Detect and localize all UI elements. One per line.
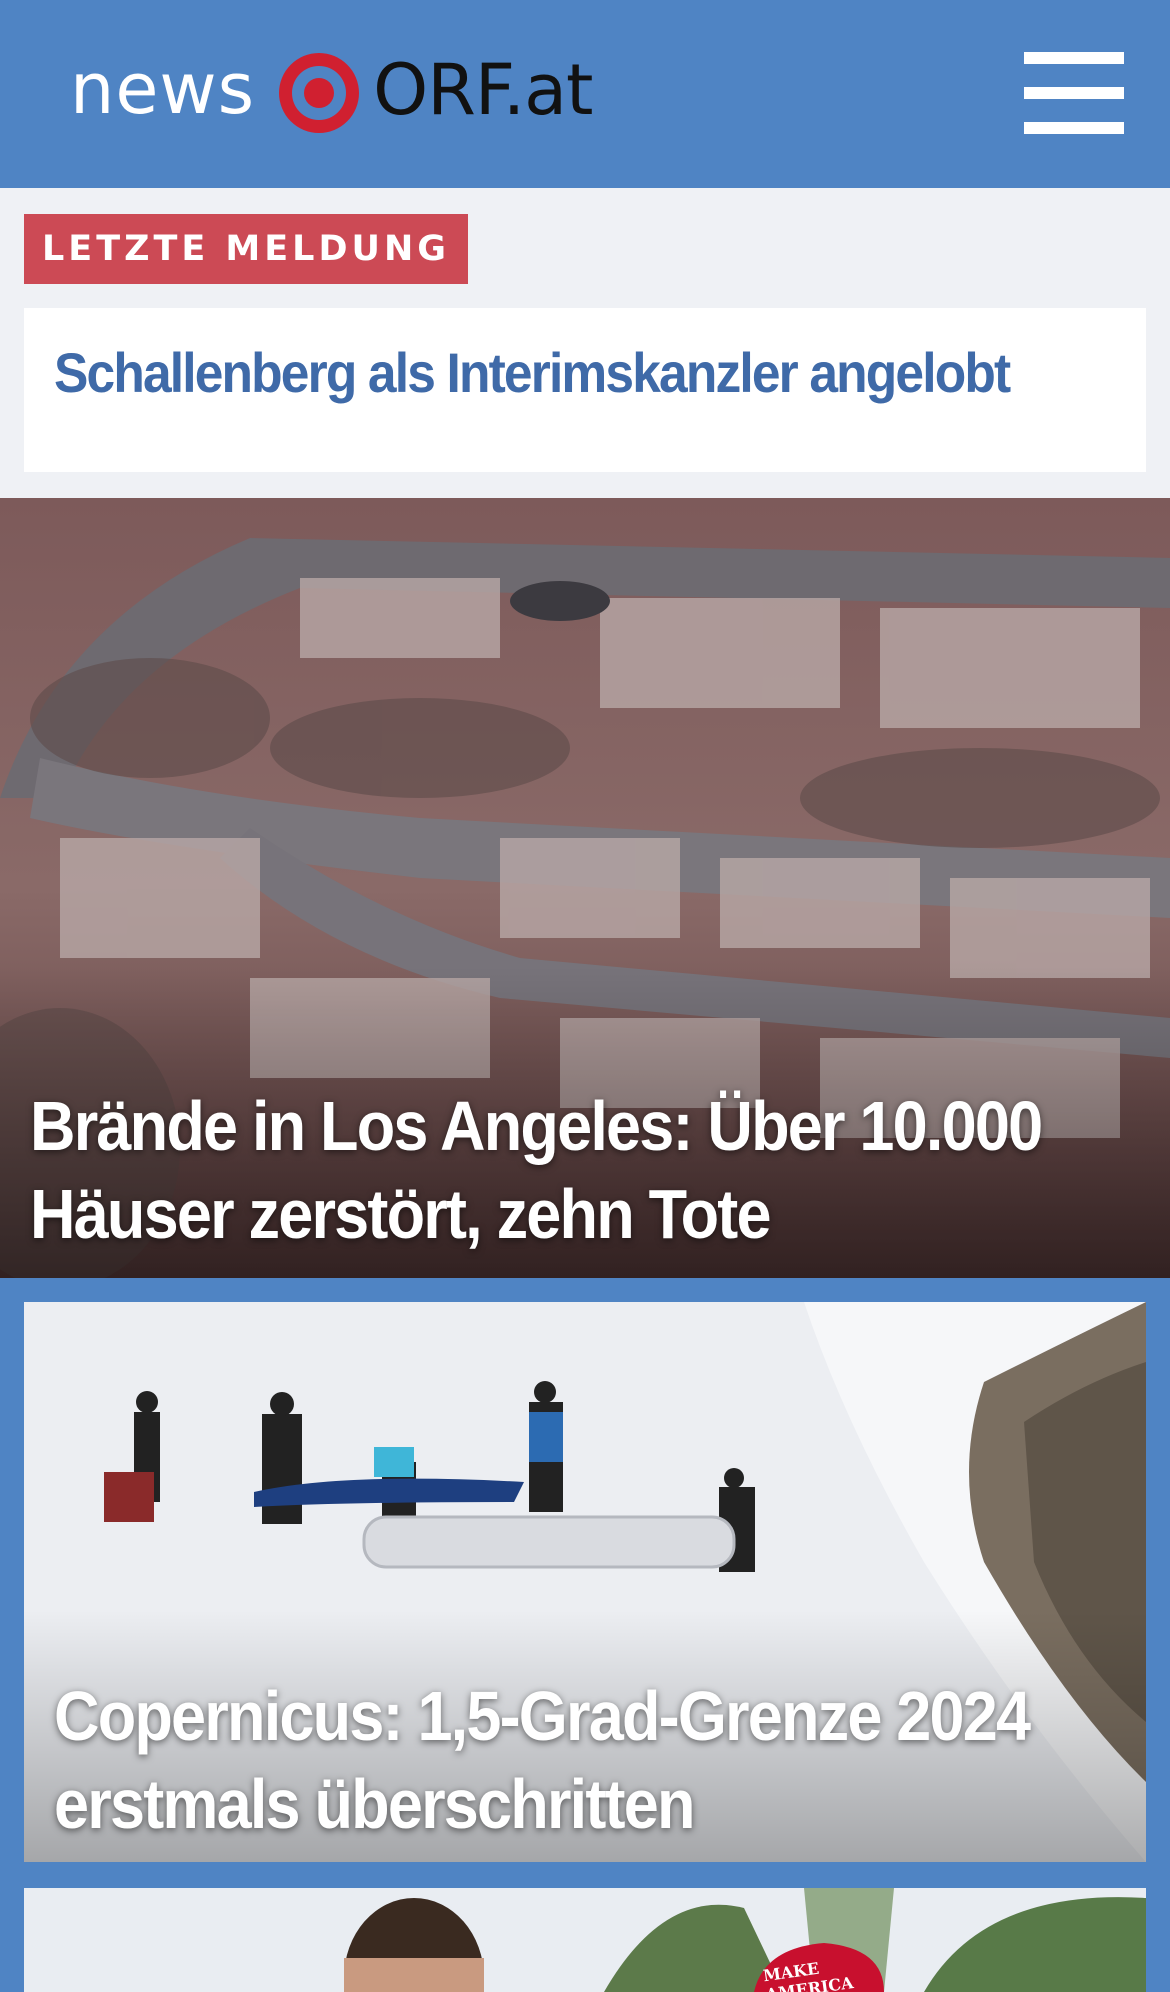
breaking-news-headline[interactable]: Schallenberg als Interimskanzler angelob… <box>54 340 1038 405</box>
story-card-la-fires[interactable]: Brände in Los Angeles: Über 10.000 Häuse… <box>0 498 1170 1278</box>
story-card-third[interactable]: MAKE AMERICA <box>24 1888 1146 1992</box>
man-and-cap-photo <box>24 1888 1146 1992</box>
story-caption-copernicus[interactable]: Copernicus: 1,5-Grad-Grenze 2024 erstmal… <box>54 1672 1146 1848</box>
hamburger-menu-icon[interactable] <box>1024 52 1124 134</box>
logo-orf-text: ORF.at <box>373 49 593 131</box>
news-orf-logo[interactable]: news ORF.at <box>70 48 594 138</box>
caption-line-2: Häuser zerstört, zehn Tote <box>30 1175 771 1253</box>
orf-target-icon <box>279 53 360 133</box>
story-caption-la-fires[interactable]: Brände in Los Angeles: Über 10.000 Häuse… <box>30 1082 1155 1258</box>
top-header: news ORF.at <box>0 0 1170 188</box>
story-card-copernicus[interactable]: Copernicus: 1,5-Grad-Grenze 2024 erstmal… <box>24 1302 1146 1862</box>
caption-line-2: erstmals überschritten <box>54 1765 695 1843</box>
breaking-news-badge: LETZTE MELDUNG <box>24 214 468 284</box>
caption-line-1: Brände in Los Angeles: Über 10.000 <box>30 1087 1043 1165</box>
logo-news-text: news <box>70 48 256 130</box>
breaking-news-section: LETZTE MELDUNG Schallenberg als Interims… <box>0 188 1170 498</box>
caption-line-1: Copernicus: 1,5-Grad-Grenze 2024 <box>54 1677 1031 1755</box>
breaking-news-card[interactable]: Schallenberg als Interimskanzler angelob… <box>24 308 1146 472</box>
